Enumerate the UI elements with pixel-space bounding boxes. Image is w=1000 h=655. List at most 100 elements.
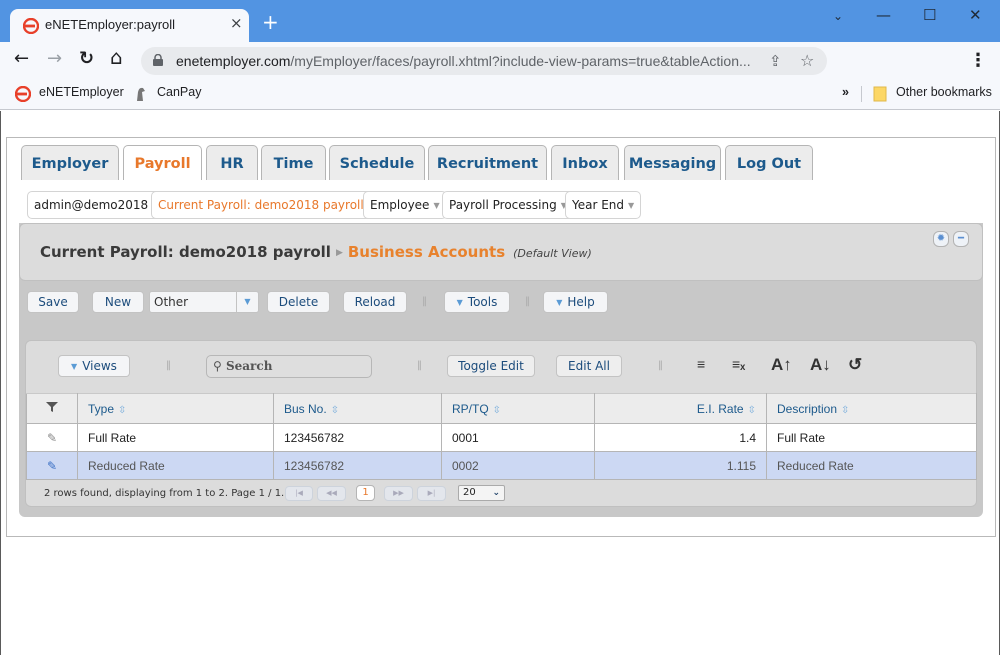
reset-icon[interactable]: ↺ <box>848 355 862 375</box>
tab-time[interactable]: Time <box>261 145 326 181</box>
bookmark-enetemployer[interactable]: eNETEmployer <box>39 85 124 99</box>
edit-all-button[interactable]: Edit All <box>556 355 622 377</box>
table-row[interactable]: ✎ Reduced Rate 123456782 0002 1.115 Redu… <box>26 451 977 480</box>
year-end-menu[interactable]: Year End ▼ <box>565 191 642 219</box>
new-tab-button[interactable]: + <box>262 12 279 32</box>
other-select-value: Other <box>154 295 189 309</box>
view-label: (Default View) <box>513 247 592 260</box>
column-label: Bus No. <box>284 401 327 416</box>
cell-ei-rate: 1.4 <box>594 423 767 452</box>
save-button[interactable]: Save <box>27 291 79 313</box>
cell-rp-tq: 0002 <box>441 451 595 480</box>
url-path: /myEmployer/faces/payroll.xhtml?include-… <box>290 53 751 69</box>
collapse-minus-icon[interactable]: ━ <box>953 231 969 247</box>
column-header-bus-no[interactable]: Bus No. ⇳ <box>273 393 442 424</box>
paginator-status: 2 rows found, displaying from 1 to 2. Pa… <box>44 488 285 499</box>
edit-pencil-icon[interactable]: ✎ <box>26 423 78 452</box>
tab-close-icon[interactable]: × <box>230 14 243 32</box>
tab-payroll[interactable]: Payroll <box>123 145 202 182</box>
search-input[interactable]: ⚲ Search <box>206 355 372 378</box>
filter-column[interactable] <box>26 393 78 424</box>
url-text: enetemployer.com/myEmployer/faces/payrol… <box>176 53 751 69</box>
sort-icon: ⇳ <box>492 404 502 416</box>
payroll-processing-menu[interactable]: Payroll Processing ▼ <box>442 191 574 219</box>
tab-logout[interactable]: Log Out <box>725 145 813 181</box>
clear-filter-icon[interactable]: ≡ₓ <box>732 356 745 372</box>
current-payroll-menu[interactable]: Current Payroll: demo2018 payroll▼ <box>151 191 381 219</box>
maximize-button[interactable]: ☐ <box>923 6 936 24</box>
other-bookmarks[interactable]: Other bookmarks <box>896 85 992 99</box>
year-end-label: Year End <box>572 198 625 212</box>
font-increase-icon[interactable]: A↑ <box>771 355 792 375</box>
last-page-button[interactable]: ▶| <box>417 486 446 501</box>
column-header-ei-rate[interactable]: E.I. Rate ⇳ <box>594 393 767 424</box>
column-label: E.I. Rate <box>696 401 744 416</box>
back-button[interactable]: ← <box>14 50 29 68</box>
window-close-button[interactable]: ✕ <box>969 6 982 24</box>
tab-search-icon[interactable]: ⌄ <box>833 9 843 23</box>
page-content: Employer Payroll HR Time Schedule Recrui… <box>0 111 1000 655</box>
toolbar-divider: ‖ <box>417 360 422 371</box>
cell-description: Reduced Rate <box>766 451 977 480</box>
column-header-rp-tq[interactable]: RP/TQ ⇳ <box>441 393 595 424</box>
cell-bus-no: 123456782 <box>273 423 442 452</box>
user-menu[interactable]: admin@demo2018▼ <box>27 191 166 219</box>
filter-icon <box>46 402 58 412</box>
settings-gear-icon[interactable]: ✹ <box>933 231 949 247</box>
breadcrumb-separator-icon: ▶ <box>335 248 343 258</box>
tab-schedule[interactable]: Schedule <box>329 145 425 181</box>
wrap-text-icon[interactable]: ≡ <box>697 356 705 372</box>
other-select[interactable]: Other ▼ <box>149 291 259 313</box>
tab-messaging[interactable]: Messaging <box>624 145 721 181</box>
browser-toolbar: ← → ↻ ⌂ enetemployer.com/myEmployer/face… <box>0 42 1000 78</box>
column-header-type[interactable]: Type ⇳ <box>77 393 274 424</box>
page-size-select[interactable]: 20 ⌄ <box>458 485 505 501</box>
cell-type: Reduced Rate <box>77 451 274 480</box>
column-header-description[interactable]: Description ⇳ <box>766 393 977 424</box>
first-page-button[interactable]: |◀ <box>285 486 313 501</box>
current-payroll-label: Current Payroll: demo2018 payroll <box>158 198 364 212</box>
toggle-edit-button[interactable]: Toggle Edit <box>447 355 535 377</box>
tools-button[interactable]: ▼ Tools <box>444 291 510 313</box>
tools-label: Tools <box>467 295 498 309</box>
next-page-button[interactable]: ▶▶ <box>384 486 413 501</box>
column-label: Type <box>88 401 115 416</box>
bookmarks-overflow-icon[interactable]: » <box>842 85 849 99</box>
prev-page-button[interactable]: ◀◀ <box>317 486 346 501</box>
help-button[interactable]: ▼ Help <box>543 291 608 313</box>
new-button[interactable]: New <box>92 291 144 313</box>
page-1-button[interactable]: 1 <box>356 485 375 501</box>
share-icon[interactable]: ⇪ <box>769 52 782 70</box>
tab-inbox[interactable]: Inbox <box>551 145 619 181</box>
browser-tab[interactable]: eNETEmployer:payroll × <box>10 9 249 42</box>
breadcrumb-section: Business Accounts <box>347 243 506 261</box>
edit-pencil-icon[interactable]: ✎ <box>26 451 78 480</box>
cell-ei-rate: 1.115 <box>594 451 767 480</box>
browser-menu-icon[interactable]: ⋮ <box>969 50 987 71</box>
forward-button[interactable]: → <box>47 50 62 68</box>
breadcrumb-payroll[interactable]: Current Payroll: demo2018 payroll <box>40 243 331 261</box>
enet-logo-icon <box>23 18 39 34</box>
minimize-button[interactable]: — <box>876 6 891 24</box>
tab-employer[interactable]: Employer <box>21 145 119 181</box>
home-button[interactable]: ⌂ <box>110 47 123 67</box>
panel-header: Current Payroll: demo2018 payroll ▶ Busine… <box>19 223 983 281</box>
chevron-down-icon: ▼ <box>71 362 78 371</box>
data-grid: ▼ Views ‖ ⚲ Search ‖ Toggle Edit Edit All… <box>25 340 977 507</box>
employee-menu[interactable]: Employee ▼ <box>363 191 447 219</box>
bookmark-star-icon[interactable]: ☆ <box>800 51 814 70</box>
delete-button[interactable]: Delete <box>267 291 330 313</box>
bookmark-canpay[interactable]: CanPay <box>157 85 201 99</box>
reload-button[interactable]: ↻ <box>79 50 94 68</box>
table-row[interactable]: ✎ Full Rate 123456782 0001 1.4 Full Rate <box>26 423 977 452</box>
font-decrease-icon[interactable]: A↓ <box>810 355 831 375</box>
address-bar[interactable]: enetemployer.com/myEmployer/faces/payrol… <box>141 47 827 75</box>
chevron-down-icon: ▼ <box>433 201 440 210</box>
help-label: Help <box>567 295 595 309</box>
app-frame: Employer Payroll HR Time Schedule Recrui… <box>6 137 996 537</box>
enet-logo-icon <box>15 86 31 102</box>
reload-button[interactable]: Reload <box>343 291 407 313</box>
views-button[interactable]: ▼ Views <box>58 355 130 377</box>
tab-recruitment[interactable]: Recruitment <box>428 145 547 181</box>
tab-hr[interactable]: HR <box>206 145 258 181</box>
